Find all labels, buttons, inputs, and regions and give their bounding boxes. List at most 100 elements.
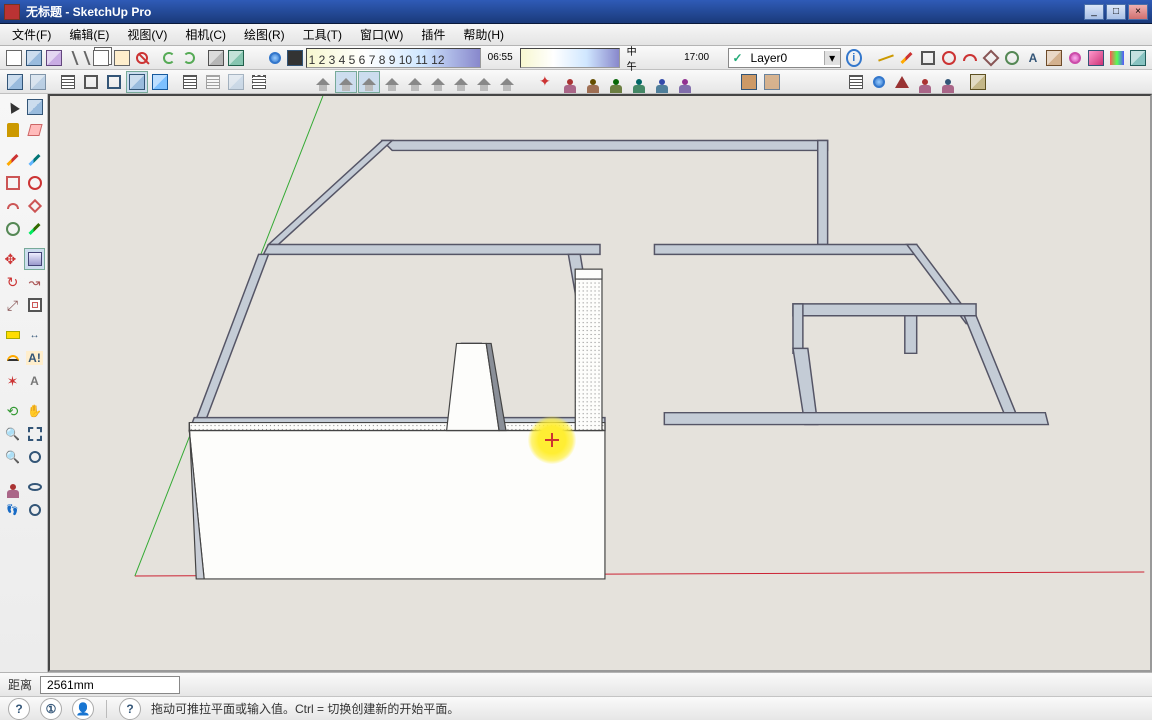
- pie-tool[interactable]: [1002, 47, 1022, 69]
- zoom-tool[interactable]: 🔍: [2, 423, 23, 445]
- dimensions-tool[interactable]: ↔: [24, 324, 45, 346]
- help-button-1[interactable]: ?: [8, 698, 30, 720]
- plugin-cube-button[interactable]: [967, 71, 989, 93]
- camera-front-button[interactable]: [358, 71, 380, 93]
- menu-camera[interactable]: 相机(C): [177, 24, 234, 45]
- scale-tool[interactable]: ⤢: [2, 294, 23, 316]
- move-tool[interactable]: ✥: [2, 248, 23, 270]
- extension-3[interactable]: [1107, 47, 1127, 69]
- style-1[interactable]: ✦: [536, 71, 558, 93]
- line-tool[interactable]: [876, 47, 896, 69]
- push-pull-tool[interactable]: [24, 248, 45, 270]
- component-options-button[interactable]: [761, 71, 783, 93]
- look-around-tool[interactable]: [24, 476, 45, 498]
- menu-edit[interactable]: 编辑(E): [61, 24, 117, 45]
- zoom-window-tool[interactable]: [24, 423, 45, 445]
- offset-tool[interactable]: [24, 294, 45, 316]
- open-file-button[interactable]: [24, 47, 43, 69]
- view-wireframe-button[interactable]: [179, 71, 201, 93]
- polygon-tool-2[interactable]: [24, 195, 45, 217]
- freehand-tool-2[interactable]: [24, 149, 45, 171]
- measurement-input[interactable]: [40, 676, 180, 694]
- walk-tool[interactable]: 👣: [2, 499, 23, 521]
- 3d-text-tool-2[interactable]: A: [24, 370, 45, 392]
- polygon-tool[interactable]: [981, 47, 1001, 69]
- extension-4[interactable]: [1128, 47, 1148, 69]
- pan-tool[interactable]: ✋: [24, 400, 45, 422]
- section-plane-tool[interactable]: [24, 499, 45, 521]
- menu-file[interactable]: 文件(F): [4, 24, 59, 45]
- eraser-tool[interactable]: [24, 119, 45, 141]
- previous-view-tool[interactable]: [24, 446, 45, 468]
- menu-plugins[interactable]: 插件: [413, 24, 453, 45]
- text-tool[interactable]: A!: [24, 347, 45, 369]
- orbit-tool[interactable]: ⟲: [2, 400, 23, 422]
- paint-bucket-tool[interactable]: [2, 119, 23, 141]
- solid-trim-button[interactable]: [937, 71, 959, 93]
- copy-button[interactable]: [92, 47, 111, 69]
- help-button-2[interactable]: ①: [40, 698, 62, 720]
- undo-button[interactable]: [159, 47, 178, 69]
- component-browser-button[interactable]: [738, 71, 760, 93]
- 3d-viewport[interactable]: [48, 94, 1152, 672]
- extension-2[interactable]: [1086, 47, 1106, 69]
- arc-tool-2[interactable]: [2, 195, 23, 217]
- sandbox-tool[interactable]: [1044, 47, 1064, 69]
- rotate-tool[interactable]: ↻: [2, 271, 23, 293]
- view-back-edges-button[interactable]: [248, 71, 270, 93]
- camera-back-button[interactable]: [404, 71, 426, 93]
- redo-button[interactable]: [179, 47, 198, 69]
- view-iso-button[interactable]: [57, 71, 79, 93]
- menu-tools[interactable]: 工具(T): [295, 24, 350, 45]
- date-ruler[interactable]: [520, 48, 620, 68]
- camera-iso-button[interactable]: [312, 71, 334, 93]
- camera-parallel-button[interactable]: [496, 71, 518, 93]
- shadow-toggle-button[interactable]: [265, 47, 284, 69]
- menu-view[interactable]: 视图(V): [119, 24, 175, 45]
- camera-persp-button[interactable]: [450, 71, 472, 93]
- paste-button[interactable]: [112, 47, 131, 69]
- delete-button[interactable]: [132, 47, 151, 69]
- line-tool-2[interactable]: [2, 149, 23, 171]
- layer-info-button[interactable]: i: [846, 49, 862, 67]
- maximize-button[interactable]: □: [1106, 4, 1126, 20]
- menu-help[interactable]: 帮助(H): [455, 24, 512, 45]
- camera-right-button[interactable]: [381, 71, 403, 93]
- make-group-button[interactable]: [27, 71, 49, 93]
- view-front-button[interactable]: [103, 71, 125, 93]
- solid-outer-shell-button[interactable]: [845, 71, 867, 93]
- select-tool[interactable]: [2, 96, 23, 118]
- position-camera-tool[interactable]: [2, 476, 23, 498]
- protractor-tool[interactable]: [2, 347, 23, 369]
- menu-draw[interactable]: 绘图(R): [236, 24, 293, 45]
- component-tool[interactable]: [24, 96, 45, 118]
- style-4[interactable]: [605, 71, 627, 93]
- layer-selector[interactable]: ✓ Layer0 ▾: [728, 48, 841, 68]
- cut-button[interactable]: [71, 47, 90, 69]
- circle-tool-2[interactable]: [24, 172, 45, 194]
- time-ruler[interactable]: 1 2 3 4 5 6 7 8 9 10 11 12: [306, 48, 481, 68]
- help-button-3[interactable]: 👤: [72, 698, 94, 720]
- new-file-button[interactable]: [4, 47, 23, 69]
- view-shaded-button[interactable]: [126, 71, 148, 93]
- view-hidden-button[interactable]: [202, 71, 224, 93]
- menu-window[interactable]: 窗口(W): [352, 24, 411, 45]
- rectangle-tool-2[interactable]: [2, 172, 23, 194]
- style-6[interactable]: [651, 71, 673, 93]
- tape-measure-tool[interactable]: [2, 324, 23, 346]
- camera-top-button[interactable]: [335, 71, 357, 93]
- arc-tool[interactable]: [960, 47, 980, 69]
- style-3[interactable]: [582, 71, 604, 93]
- circle-tool[interactable]: [939, 47, 959, 69]
- bezier-tool[interactable]: [24, 218, 45, 240]
- solid-intersect-button[interactable]: [868, 71, 890, 93]
- make-component-button[interactable]: [4, 71, 26, 93]
- style-5[interactable]: [628, 71, 650, 93]
- save-button[interactable]: [45, 47, 64, 69]
- help-button-4[interactable]: ?: [119, 698, 141, 720]
- layer-dropdown-icon[interactable]: ▾: [824, 51, 840, 65]
- camera-left-button[interactable]: [427, 71, 449, 93]
- style-2[interactable]: [559, 71, 581, 93]
- axes-tool[interactable]: ✶: [2, 370, 23, 392]
- pie-tool-2[interactable]: [2, 218, 23, 240]
